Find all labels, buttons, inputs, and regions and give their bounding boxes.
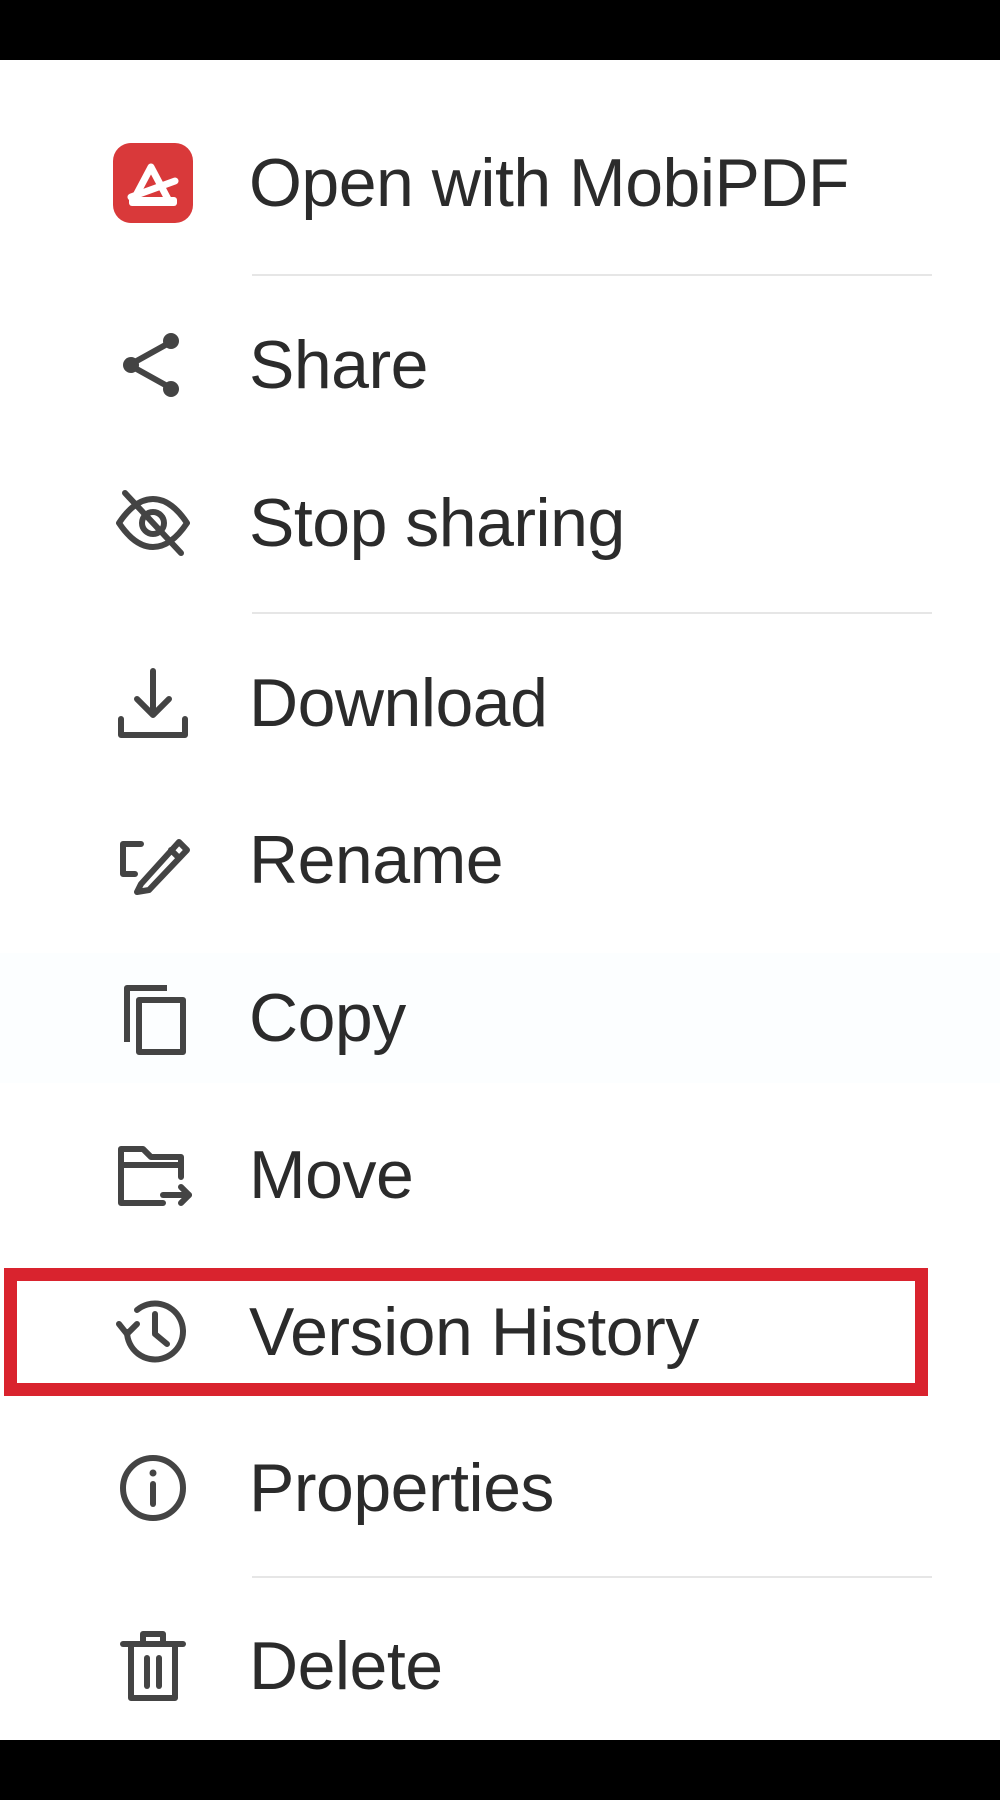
- menu-item-label: Move: [249, 1137, 414, 1213]
- menu-item-label: Copy: [249, 980, 406, 1056]
- menu-item-copy[interactable]: Copy: [0, 953, 1000, 1083]
- menu-item-version-history[interactable]: Version History: [0, 1267, 1000, 1397]
- menu-item-open-with-mobipdf[interactable]: Open with MobiPDF: [0, 118, 1000, 248]
- menu-item-rename[interactable]: Rename: [0, 795, 1000, 925]
- menu-item-download[interactable]: Download: [0, 638, 1000, 768]
- download-icon: [105, 655, 201, 751]
- menu-item-label: Stop sharing: [249, 485, 625, 561]
- menu-item-label: Download: [249, 665, 548, 741]
- copy-icon: [105, 970, 201, 1066]
- menu-item-share[interactable]: Share: [0, 300, 1000, 430]
- menu-item-stop-sharing[interactable]: Stop sharing: [0, 458, 1000, 588]
- info-icon: [105, 1440, 201, 1536]
- top-black-bar: [0, 0, 1000, 60]
- menu-divider: [252, 612, 932, 614]
- menu-item-label: Share: [249, 327, 428, 403]
- history-icon: [105, 1284, 201, 1380]
- eye-off-icon: [105, 475, 201, 571]
- trash-icon: [105, 1618, 201, 1714]
- menu-item-label: Rename: [249, 822, 504, 898]
- bottom-black-bar: [0, 1740, 1000, 1800]
- folder-move-icon: [105, 1127, 201, 1223]
- mobipdf-app-icon: [105, 135, 201, 231]
- menu-item-properties[interactable]: Properties: [0, 1423, 1000, 1553]
- menu-item-label: Delete: [249, 1628, 443, 1704]
- menu-item-delete[interactable]: Delete: [0, 1601, 1000, 1731]
- menu-item-label: Properties: [249, 1450, 554, 1526]
- menu-item-label: Version History: [249, 1294, 699, 1370]
- menu-item-move[interactable]: Move: [0, 1110, 1000, 1240]
- rename-pencil-icon: [105, 812, 201, 908]
- menu-divider: [252, 1576, 932, 1578]
- share-icon: [105, 317, 201, 413]
- menu-divider: [252, 274, 932, 276]
- menu-item-label: Open with MobiPDF: [249, 145, 849, 221]
